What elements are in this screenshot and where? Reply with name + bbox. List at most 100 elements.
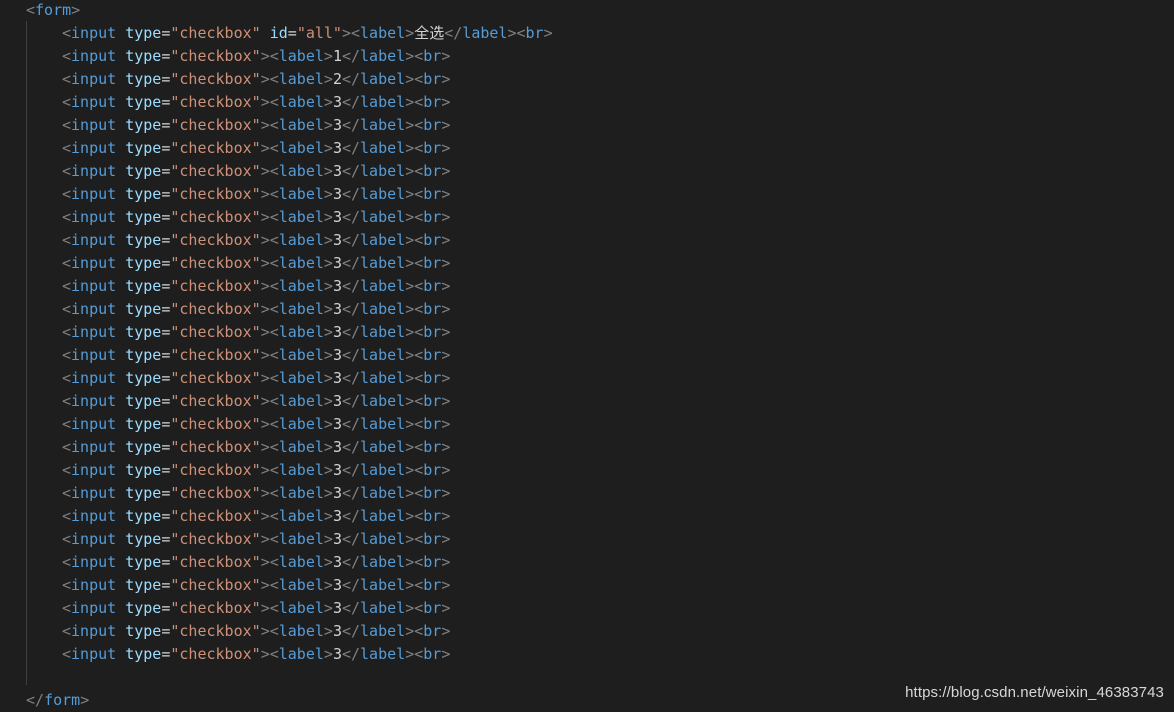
code-line-content: <input type="checkbox"><label>3</label><… [62,436,450,458]
token-tag: input [71,277,117,295]
token-tag: br [423,645,442,663]
token-bracket: >< [405,231,424,249]
token-tag: label [278,507,324,525]
token-tag: input [71,461,117,479]
token-bracket: >< [260,553,279,571]
token-tag: label [278,116,324,134]
token-bracket: > [323,622,333,640]
token-tag: br [423,47,442,65]
token-bracket: >< [405,461,424,479]
token-bracket: > [441,553,451,571]
token-eq [261,24,270,42]
token-str: "checkbox" [170,139,261,157]
token-txt: 3 [332,185,342,203]
watermark: https://blog.csdn.net/weixin_46383743 [905,684,1164,701]
token-bracket: >< [405,576,424,594]
code-line-content: <input type="checkbox"><label>3</label><… [62,551,450,573]
token-eq [116,622,125,640]
token-bracket: >< [260,461,279,479]
token-eq [116,139,125,157]
token-bracket: </ [341,415,361,433]
token-txt: 3 [332,369,342,387]
token-eq [116,645,125,663]
code-editor[interactable]: <form> <input type="checkbox" id="all"><l… [0,0,1174,712]
token-tag: label [360,277,406,295]
code-line-content: <input type="checkbox"><label>3</label><… [62,160,450,182]
token-bracket: >< [405,208,424,226]
token-bracket: < [62,484,72,502]
token-bracket: </ [341,116,361,134]
token-txt: 1 [332,47,342,65]
token-bracket: >< [260,369,279,387]
token-bracket: < [62,438,72,456]
token-tag: br [423,369,442,387]
token-bracket: >< [260,93,279,111]
token-txt: 3 [332,484,342,502]
code-line-content: <input type="checkbox"><label>3</label><… [62,597,450,619]
token-bracket: > [323,208,333,226]
code-line-content: <input type="checkbox"><label>3</label><… [62,206,450,228]
token-bracket: >< [260,231,279,249]
token-eq [116,24,125,42]
code-line-content: <input type="checkbox"><label>3</label><… [62,390,450,412]
token-str: "checkbox" [170,24,261,42]
token-tag: label [360,254,406,272]
token-bracket: </ [341,461,361,479]
token-bracket: < [62,47,72,65]
token-bracket: < [62,323,72,341]
token-tag: input [71,323,117,341]
token-str: "checkbox" [170,645,261,663]
token-tag: label [278,323,324,341]
code-line-content: <input type="checkbox"><label>2</label><… [62,68,450,90]
token-bracket: > [323,530,333,548]
token-bracket: > [441,576,451,594]
token-bracket: > [441,346,451,364]
token-tag: label [278,392,324,410]
token-tag: input [71,645,117,663]
token-txt: 3 [332,116,342,134]
token-txt: 3 [332,461,342,479]
token-bracket: </ [341,438,361,456]
token-bracket: > [441,438,451,456]
token-bracket: >< [405,599,424,617]
token-bracket: < [26,1,36,19]
token-bracket: </ [341,208,361,226]
token-bracket: >< [405,369,424,387]
token-bracket: >< [405,47,424,65]
token-attr: type [125,369,162,387]
token-bracket: < [62,576,72,594]
token-tag: input [71,93,117,111]
token-str: "checkbox" [170,553,261,571]
token-bracket: >< [260,47,279,65]
token-bracket: > [441,93,451,111]
token-eq [116,392,125,410]
token-tag: label [278,208,324,226]
token-eq [116,116,125,134]
token-txt: 3 [332,392,342,410]
token-eq [116,47,125,65]
token-tag: br [423,116,442,134]
code-line-content: <input type="checkbox"><label>3</label><… [62,505,450,527]
token-bracket: < [62,461,72,479]
token-tag: label [360,484,406,502]
token-tag: input [71,622,117,640]
token-tag: input [71,47,117,65]
token-bracket: >< [260,507,279,525]
token-bracket: > [323,415,333,433]
token-tag: form [35,1,72,19]
token-bracket: >< [260,415,279,433]
indent-guide [26,21,27,685]
token-tag: input [71,576,117,594]
token-bracket: > [323,553,333,571]
token-bracket: < [62,415,72,433]
token-tag: label [360,461,406,479]
token-str: "checkbox" [170,530,261,548]
token-bracket: > [323,162,333,180]
token-bracket: >< [260,185,279,203]
token-str: "checkbox" [170,254,261,272]
token-txt: 3 [332,415,342,433]
token-bracket: >< [260,346,279,364]
token-tag: br [423,323,442,341]
token-eq [116,369,125,387]
token-bracket: >< [341,24,361,42]
